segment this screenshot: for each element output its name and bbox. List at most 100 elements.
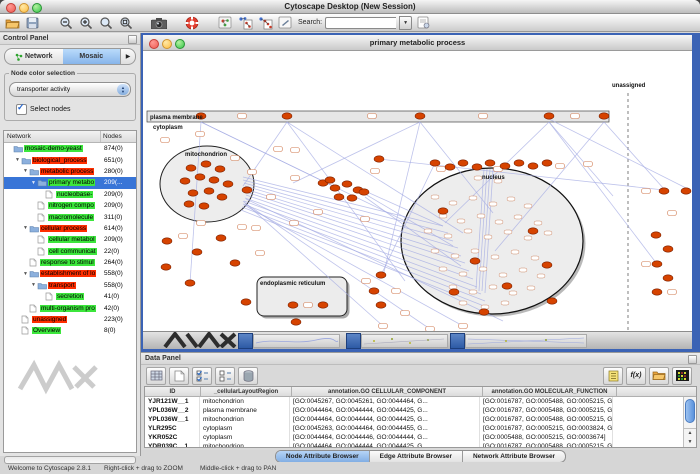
- column-header[interactable]: annotation.GO CELLULAR_COMPONENT: [292, 387, 483, 397]
- gene-node-small[interactable]: [464, 229, 472, 233]
- gene-node-small[interactable]: [501, 301, 509, 305]
- gene-node-labeled[interactable]: [248, 170, 257, 175]
- gene-node-labeled[interactable]: [196, 132, 205, 137]
- gene-node-labeled[interactable]: [459, 324, 468, 329]
- gene-node-labeled[interactable]: [314, 210, 323, 215]
- float-panel-icon[interactable]: [128, 35, 137, 44]
- gene-node[interactable]: [282, 113, 292, 119]
- gene-node-labeled[interactable]: [571, 114, 580, 119]
- gene-node[interactable]: [528, 163, 538, 169]
- gene-node[interactable]: [681, 188, 691, 194]
- gene-node[interactable]: [186, 165, 196, 171]
- table-scrollbar[interactable]: ▲▼: [683, 397, 696, 447]
- gene-node-small[interactable]: [477, 214, 485, 218]
- tree-row[interactable]: ▼primary metabo209(...: [4, 177, 136, 188]
- tree-row[interactable]: cell communicat22(0): [4, 246, 136, 257]
- gene-node[interactable]: [180, 178, 190, 184]
- gene-node[interactable]: [216, 235, 226, 241]
- search-dropdown-icon[interactable]: ▼: [399, 16, 412, 30]
- gene-node[interactable]: [445, 164, 455, 170]
- gene-node-labeled[interactable]: [371, 169, 380, 174]
- color-attribute-dropdown[interactable]: transporter activity ▲▼: [9, 82, 131, 97]
- function-builder-icon[interactable]: f(x): [626, 367, 646, 385]
- disclosure-triangle-icon[interactable]: ▼: [30, 180, 37, 186]
- gene-node[interactable]: [325, 177, 335, 183]
- gene-node-labeled[interactable]: [668, 290, 677, 295]
- table-scrollbar-arrows[interactable]: ▲▼: [684, 428, 696, 447]
- gene-node-small[interactable]: [495, 220, 503, 224]
- gene-node-small[interactable]: [537, 274, 545, 278]
- select-all-attributes-icon[interactable]: [192, 367, 212, 385]
- gene-node[interactable]: [342, 181, 352, 187]
- disclosure-triangle-icon[interactable]: ▼: [30, 282, 37, 288]
- heatmap-icon[interactable]: [672, 367, 692, 385]
- gene-node-labeled[interactable]: [267, 195, 276, 200]
- gene-node[interactable]: [652, 261, 662, 267]
- network-canvas[interactable]: plasma membranecytoplasmmitochondrionnuc…: [143, 51, 692, 349]
- tree-row[interactable]: ▼transport558(0): [4, 280, 136, 291]
- gene-node[interactable]: [376, 302, 386, 308]
- gene-node-labeled[interactable]: [668, 211, 677, 216]
- gene-node[interactable]: [547, 298, 557, 304]
- attribute-list-icon[interactable]: [603, 367, 623, 385]
- gene-node-labeled[interactable]: [401, 311, 410, 316]
- new-attribute-icon[interactable]: [169, 367, 189, 385]
- gene-node-small[interactable]: [504, 230, 512, 234]
- tab-overflow-button[interactable]: ▶: [120, 49, 135, 64]
- gene-node-small[interactable]: [469, 290, 477, 294]
- gene-node[interactable]: [430, 160, 440, 166]
- background-window-button[interactable]: [238, 333, 253, 349]
- gene-node-labeled[interactable]: [290, 221, 299, 226]
- gene-node-small[interactable]: [481, 305, 489, 309]
- gene-node[interactable]: [599, 113, 609, 119]
- gene-node-labeled[interactable]: [291, 148, 300, 153]
- gene-node[interactable]: [201, 161, 211, 167]
- gene-node-small[interactable]: [471, 249, 479, 253]
- tree-row[interactable]: ▼establishment of lo558(0): [4, 268, 136, 279]
- float-data-panel-icon[interactable]: [688, 355, 697, 364]
- gene-node[interactable]: [359, 189, 369, 195]
- background-view-thumb[interactable]: [361, 334, 448, 348]
- gene-node[interactable]: [230, 260, 240, 266]
- table-row[interactable]: YLR295Ccytoplasm[GO:0045263, GO:0044464,…: [145, 424, 696, 433]
- column-header[interactable]: _cellularLayoutRegion: [201, 387, 292, 397]
- background-window-button[interactable]: [450, 333, 465, 349]
- gene-node-small[interactable]: [424, 229, 432, 233]
- merge-networks-icon[interactable]: [236, 15, 253, 30]
- tree-row[interactable]: macromolecule311(0): [4, 211, 136, 222]
- gene-node-labeled[interactable]: [161, 138, 170, 143]
- gene-node-labeled[interactable]: [238, 225, 247, 230]
- gene-node[interactable]: [188, 190, 198, 196]
- table-row[interactable]: YPL036W__2plasma membrane[GO:0044464, GO…: [145, 406, 696, 415]
- gene-node[interactable]: [472, 164, 482, 170]
- gene-node-labeled[interactable]: [642, 189, 651, 194]
- gene-node-labeled[interactable]: [274, 147, 283, 152]
- table-row[interactable]: YKR052Ccytoplasm[GO:0044464, GO:0044446,…: [145, 433, 696, 442]
- gene-node[interactable]: [479, 309, 489, 315]
- gene-node-labeled[interactable]: [256, 251, 265, 256]
- gene-node-labeled[interactable]: [362, 279, 371, 284]
- gene-node[interactable]: [470, 258, 480, 264]
- gene-node[interactable]: [663, 275, 673, 281]
- background-view-thumb[interactable]: [465, 334, 587, 348]
- gene-node[interactable]: [217, 194, 227, 200]
- tree-row[interactable]: nitrogen compo209(0): [4, 200, 136, 211]
- gene-node[interactable]: [242, 187, 252, 193]
- tree-row[interactable]: response to stimul264(0): [4, 257, 136, 268]
- overlay-networks-icon[interactable]: [256, 15, 273, 30]
- gene-node-small[interactable]: [479, 267, 487, 271]
- gene-node-small[interactable]: [457, 219, 465, 223]
- gene-node-small[interactable]: [451, 254, 459, 258]
- gene-node-labeled[interactable]: [238, 114, 247, 119]
- gene-node[interactable]: [291, 319, 301, 325]
- gene-node-labeled[interactable]: [556, 164, 565, 169]
- table-row[interactable]: YDR039C__1mitochondrion[GO:0044464, GO:0…: [145, 442, 696, 448]
- help-icon[interactable]: [183, 15, 200, 30]
- table-row[interactable]: YJR121W__1mitochondrion[GO:0045267, GO:0…: [145, 397, 696, 406]
- notes-icon[interactable]: [415, 15, 432, 30]
- gene-node[interactable]: [288, 302, 298, 308]
- gene-node[interactable]: [514, 160, 524, 166]
- gene-node[interactable]: [659, 188, 669, 194]
- gene-node-small[interactable]: [474, 176, 482, 180]
- gene-node[interactable]: [330, 185, 340, 191]
